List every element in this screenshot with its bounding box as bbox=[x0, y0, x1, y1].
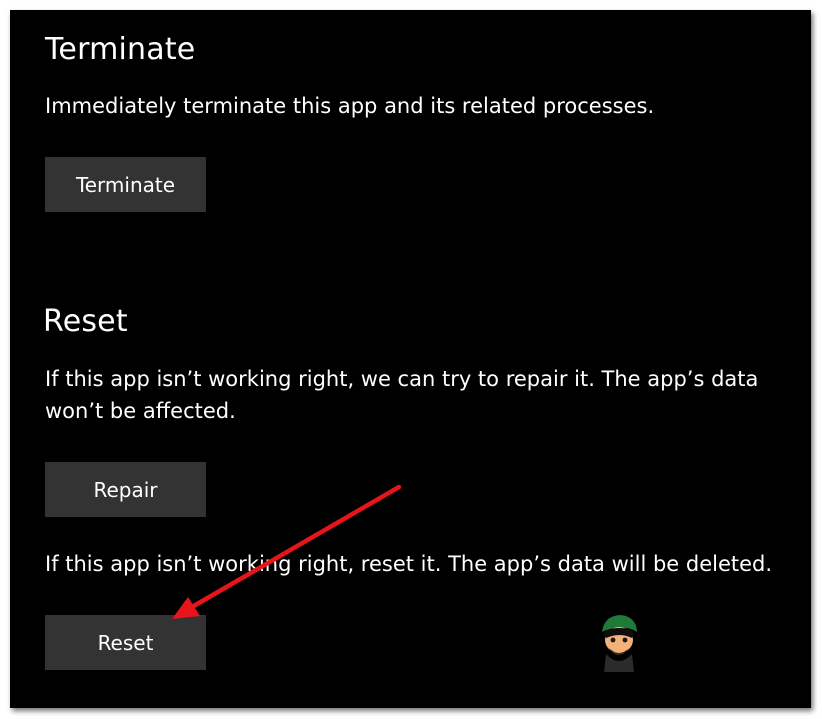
app-settings-panel: Terminate Immediately terminate this app… bbox=[10, 10, 811, 708]
terminate-description: Immediately terminate this app and its r… bbox=[45, 94, 655, 118]
reset-heading: Reset bbox=[43, 304, 128, 339]
repair-button[interactable]: Repair bbox=[45, 462, 206, 517]
reset-button[interactable]: Reset bbox=[45, 615, 206, 670]
terminate-heading: Terminate bbox=[45, 32, 196, 67]
terminate-button[interactable]: Terminate bbox=[45, 157, 206, 212]
watermark-mascot-icon bbox=[602, 615, 637, 672]
repair-description: If this app isn’t working right, we can … bbox=[45, 367, 759, 423]
reset-description: If this app isn’t working right, reset i… bbox=[45, 552, 773, 576]
